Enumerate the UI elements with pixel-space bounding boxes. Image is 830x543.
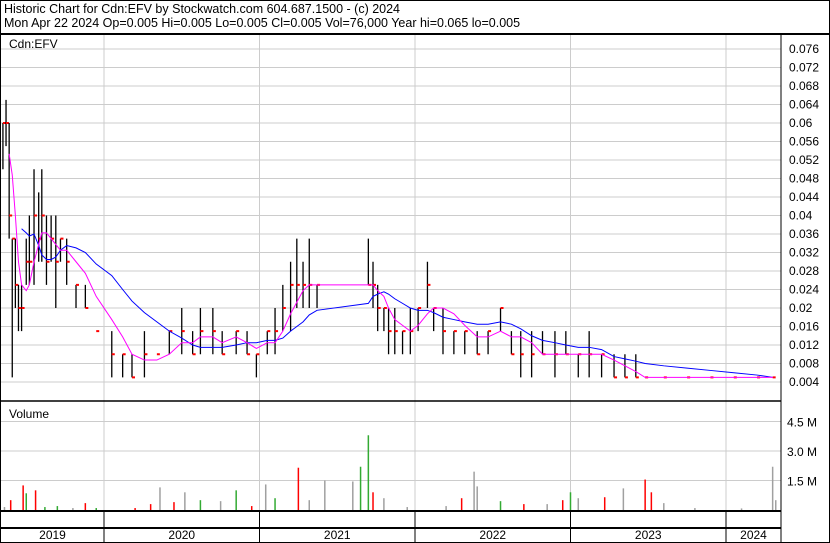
volume-tick-label: 3.0 M — [787, 445, 817, 459]
price-tick-label: 0.036 — [789, 227, 819, 241]
moving-average-short — [8, 153, 773, 378]
price-tick-label: 0.024 — [789, 283, 819, 297]
price-tick-label: 0.068 — [789, 79, 819, 93]
price-tick-label: 0.06 — [789, 116, 813, 130]
year-label: 2023 — [635, 528, 662, 542]
price-tick-label: 0.004 — [789, 375, 819, 389]
year-label: 2021 — [324, 528, 351, 542]
price-volume-chart: 0.004 0.008 0.012 0.016 0.02 0.024 0.028 0.032 0… — [1, 33, 829, 542]
year-label: 2022 — [479, 528, 506, 542]
price-tick-label: 0.02 — [789, 301, 813, 315]
price-tick-label: 0.04 — [789, 209, 813, 223]
price-tick-label: 0.056 — [789, 135, 819, 149]
price-tick-label: 0.044 — [789, 190, 819, 204]
price-tick-label: 0.032 — [789, 246, 819, 260]
volume-panel-title: Volume — [9, 407, 49, 421]
year-label: 2020 — [168, 528, 195, 542]
price-panel-title: Cdn:EFV — [9, 37, 58, 51]
price-tick-label: 0.028 — [789, 264, 819, 278]
price-tick-label: 0.016 — [789, 320, 819, 334]
year-label: 2024 — [740, 528, 767, 542]
price-tick-label: 0.012 — [789, 338, 819, 352]
price-tick-label: 0.052 — [789, 153, 819, 167]
price-tick-label: 0.072 — [789, 61, 819, 75]
price-tick-label: 0.064 — [789, 98, 819, 112]
price-tick-label: 0.008 — [789, 357, 819, 371]
price-tick-label: 0.048 — [789, 172, 819, 186]
volume-tick-label: 1.5 M — [787, 475, 817, 489]
volume-tick-label: 4.5 M — [787, 416, 817, 430]
chart-container: Historic Chart for Cdn:EFV by Stockwatch… — [0, 0, 830, 543]
year-label: 2019 — [39, 528, 66, 542]
price-tick-label: 0.076 — [789, 42, 819, 56]
